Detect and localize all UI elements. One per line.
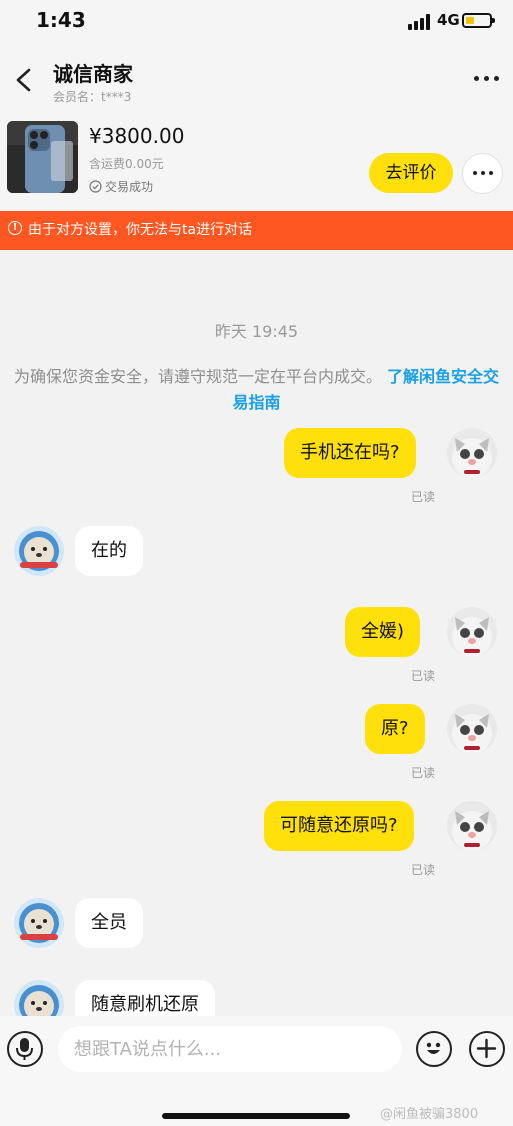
smiley-icon [426, 1042, 441, 1054]
message-bubble-theirs[interactable]: 在的 [75, 526, 143, 576]
voice-button[interactable] [7, 1031, 43, 1067]
product-more-button[interactable] [462, 153, 503, 194]
emoji-button[interactable] [416, 1031, 452, 1067]
network-label: 4G [437, 11, 460, 29]
chat-timestamp: 昨天 19:45 [214, 322, 299, 341]
read-status: 已读 [411, 766, 436, 780]
ellipsis-icon [473, 171, 477, 175]
trade-status-label: 交易成功 [105, 180, 154, 194]
product-price: ¥3800.00 [89, 124, 185, 148]
cat-avatar-icon [447, 704, 497, 754]
safety-notice: 为确保您资金安全，请遵守规范一定在平台内成交。 了解闲鱼安全交易指南 [8, 364, 505, 416]
signal-icon [408, 14, 432, 30]
page-title: 诚信商家 [53, 62, 133, 86]
more-options-button[interactable] [470, 67, 504, 91]
my-avatar[interactable] [447, 801, 497, 851]
cat-avatar-icon [447, 801, 497, 851]
microphone-icon [16, 1038, 33, 1060]
message-bubble-mine[interactable]: 原? [365, 704, 425, 754]
message-bubble-mine[interactable]: 可随意还原吗? [264, 801, 414, 851]
add-attachment-button[interactable] [469, 1031, 505, 1067]
chevron-left-icon [16, 68, 31, 92]
my-avatar[interactable] [447, 704, 497, 754]
ellipsis-icon [474, 76, 479, 81]
phone-image [7, 121, 78, 193]
review-button[interactable]: 去评价 [369, 153, 453, 193]
back-button[interactable] [10, 62, 40, 98]
seal-avatar-icon [14, 526, 64, 576]
status-time: 1:43 [36, 8, 86, 32]
product-thumbnail[interactable] [7, 121, 78, 193]
read-status: 已读 [411, 490, 436, 504]
trade-status: 交易成功 [89, 178, 153, 195]
safety-notice-text: 为确保您资金安全，请遵守规范一定在平台内成交。 [13, 367, 382, 386]
member-name: 会员名：t***3 [53, 90, 132, 104]
seller-avatar[interactable] [14, 898, 64, 948]
shipping-fee: 含运费0.00元 [89, 157, 164, 171]
cat-avatar-icon [447, 428, 497, 478]
warning-text: 由于对方设置，你无法与ta进行对话 [28, 222, 253, 238]
message-bubble-theirs[interactable]: 全员 [75, 898, 143, 948]
read-status: 已读 [411, 863, 436, 877]
my-avatar[interactable] [447, 607, 497, 657]
seal-avatar-icon [14, 898, 64, 948]
message-bubble-mine[interactable]: 全媛) [345, 607, 421, 657]
check-circle-icon [89, 180, 102, 193]
home-indicator[interactable] [162, 1113, 350, 1119]
battery-icon [462, 13, 495, 28]
watermark: @闲鱼被骗3800 [380, 1107, 479, 1122]
plus-icon [476, 1038, 497, 1059]
warning-icon: ! [8, 221, 22, 235]
message-input[interactable] [58, 1026, 402, 1072]
message-bubble-mine[interactable]: 手机还在吗? [284, 428, 416, 478]
my-avatar[interactable] [447, 428, 497, 478]
cat-avatar-icon [447, 607, 497, 657]
seller-avatar[interactable] [14, 526, 64, 576]
read-status: 已读 [411, 669, 436, 683]
